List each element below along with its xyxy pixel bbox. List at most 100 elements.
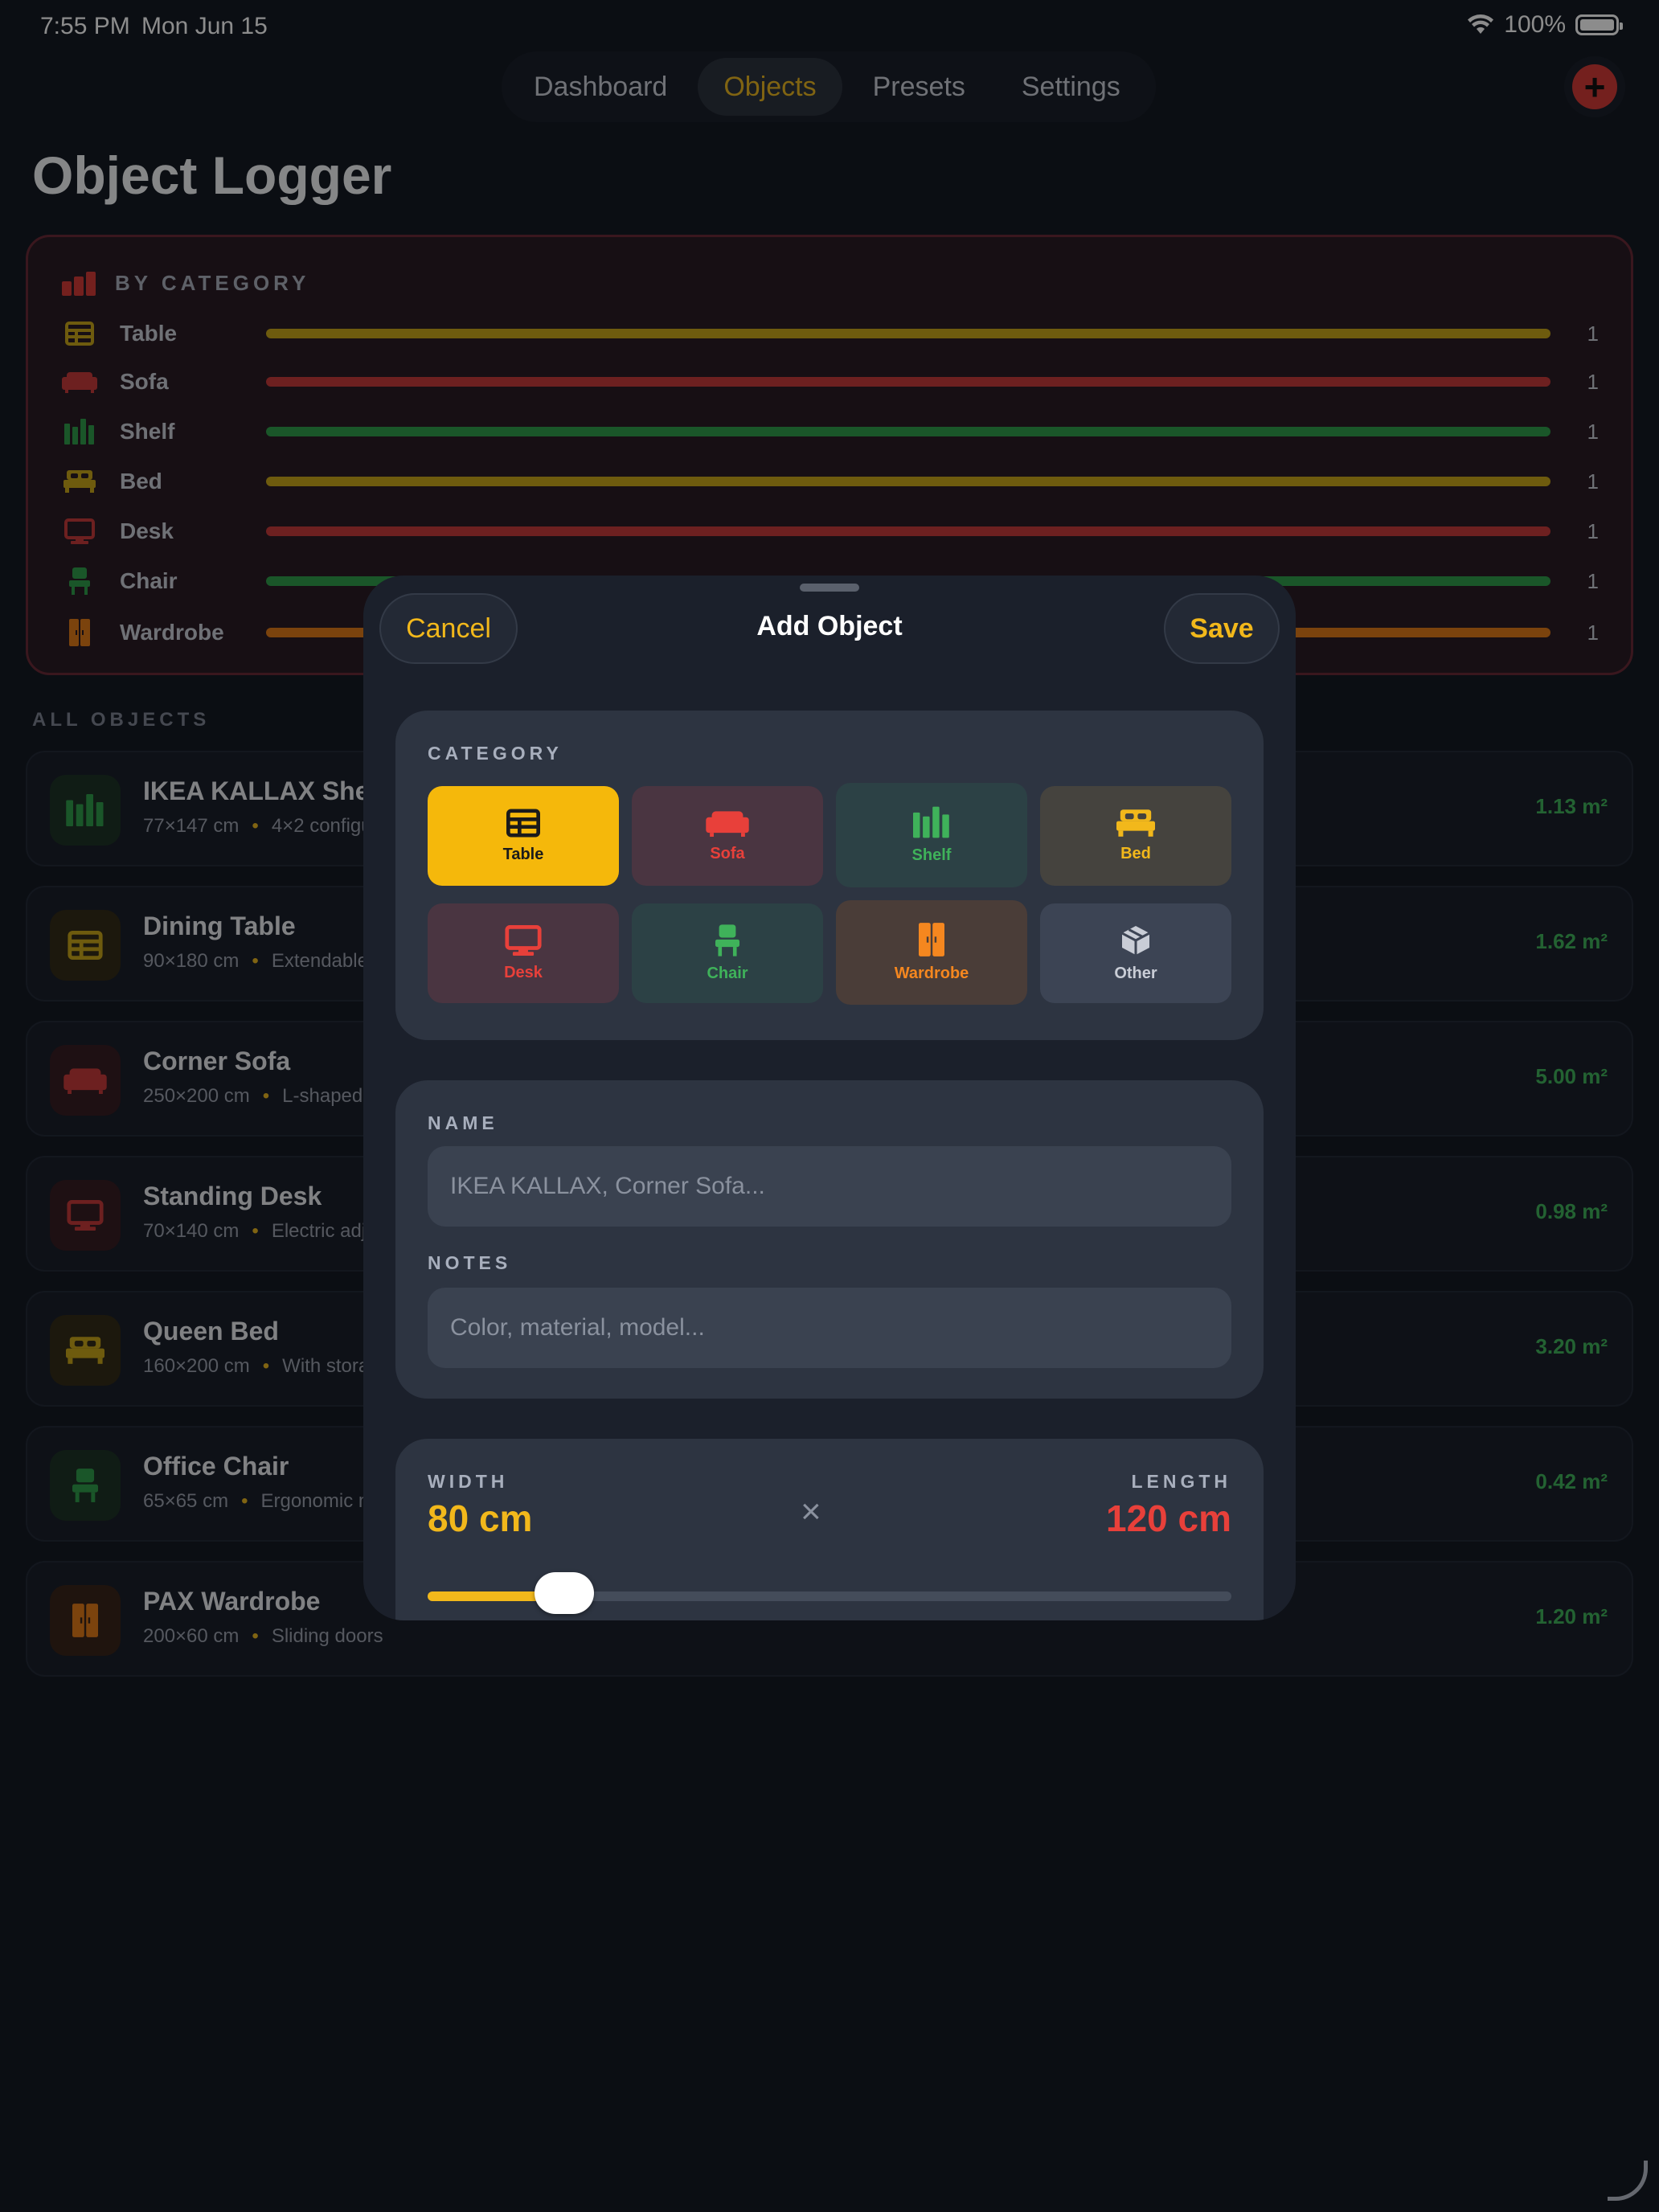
width-slider-thumb[interactable] xyxy=(535,1572,594,1614)
category-name: Desk xyxy=(120,518,174,543)
notes-label: NOTES xyxy=(428,1252,512,1273)
category-name: Wardrobe xyxy=(120,620,224,645)
category-bar xyxy=(266,377,1550,387)
category-name: Sofa xyxy=(120,369,169,394)
object-note: Electric adju xyxy=(271,1220,377,1242)
notes-input[interactable] xyxy=(450,1314,1231,1342)
battery-percent: 100% xyxy=(1504,11,1566,38)
name-field[interactable] xyxy=(428,1146,1231,1227)
add-object-button[interactable]: + xyxy=(1564,56,1625,117)
object-note: Extendable xyxy=(271,950,368,972)
width-slider[interactable] xyxy=(428,1572,1231,1614)
category-bar xyxy=(266,427,1550,436)
notes-field[interactable] xyxy=(428,1288,1231,1368)
nav-tabs: Dashboard Objects Presets Settings xyxy=(502,51,1156,122)
object-area: 5.00 m² xyxy=(1535,1064,1608,1088)
category-option-label: Table xyxy=(502,845,544,863)
desk-icon xyxy=(60,515,99,547)
category-name: Table xyxy=(120,321,178,346)
sofa-icon xyxy=(706,810,749,837)
status-time: 7:55 PM xyxy=(40,13,130,39)
shelf-icon xyxy=(913,806,949,838)
category-count: 1 xyxy=(1587,568,1599,593)
object-dims: 65×65 cm xyxy=(143,1490,229,1512)
table-icon xyxy=(50,910,121,981)
category-option-label: Other xyxy=(1114,964,1157,982)
sofa-icon xyxy=(50,1045,121,1116)
object-name: Dining Table xyxy=(143,911,296,940)
category-option-desk[interactable]: Desk xyxy=(428,903,619,1003)
table-icon xyxy=(506,809,540,837)
category-option-table[interactable]: Table xyxy=(428,786,619,886)
chair-icon xyxy=(715,924,739,956)
tab-objects[interactable]: Objects xyxy=(698,58,842,116)
object-details: 250×200 cm • L-shaped, xyxy=(143,1085,368,1107)
sofa-icon xyxy=(60,366,99,398)
name-notes-section: NAME NOTES xyxy=(395,1080,1264,1399)
category-bar xyxy=(266,329,1550,338)
sheet-grabber[interactable] xyxy=(800,584,859,592)
battery-icon xyxy=(1575,14,1623,35)
category-option-shelf[interactable]: Shelf xyxy=(836,783,1027,887)
tab-settings[interactable]: Settings xyxy=(996,58,1146,116)
add-object-sheet: Cancel Add Object Save CATEGORY Table So… xyxy=(363,576,1296,1620)
chair-icon xyxy=(60,565,99,597)
category-row-shelf: Shelf 1 xyxy=(60,412,1599,451)
status-right: 100% xyxy=(1467,11,1623,39)
object-note: With stora xyxy=(282,1355,370,1377)
wardrobe-icon xyxy=(60,616,99,649)
category-option-other[interactable]: Other xyxy=(1040,903,1231,1003)
by-category-header: BY CATEGORY xyxy=(62,271,309,296)
page-title: Object Logger xyxy=(32,145,392,205)
tab-presets[interactable]: Presets xyxy=(847,58,991,116)
object-note: Sliding doors xyxy=(271,1625,383,1647)
category-label: CATEGORY xyxy=(428,743,563,764)
wardrobe-icon xyxy=(919,922,944,956)
wifi-icon xyxy=(1468,14,1494,34)
object-area: 3.20 m² xyxy=(1535,1334,1608,1358)
name-input[interactable] xyxy=(450,1173,1231,1200)
object-name: PAX Wardrobe xyxy=(143,1587,321,1616)
category-count: 1 xyxy=(1587,518,1599,543)
object-name: Standing Desk xyxy=(143,1182,322,1210)
category-bar xyxy=(266,526,1550,536)
object-area: 0.98 m² xyxy=(1535,1199,1608,1223)
object-details: 77×147 cm • 4×2 configu xyxy=(143,815,372,837)
width-label: WIDTH xyxy=(428,1471,509,1492)
category-count: 1 xyxy=(1587,419,1599,444)
object-area: 1.62 m² xyxy=(1535,929,1608,953)
category-count: 1 xyxy=(1587,620,1599,645)
category-option-label: Bed xyxy=(1120,844,1151,862)
object-name: IKEA KALLAX Shelf xyxy=(143,776,386,805)
category-row-desk: Desk 1 xyxy=(60,512,1599,551)
table-icon xyxy=(60,317,99,350)
object-details: 200×60 cm • Sliding doors xyxy=(143,1625,383,1647)
object-dims: 70×140 cm xyxy=(143,1220,240,1242)
object-name: Corner Sofa xyxy=(143,1047,291,1075)
save-button[interactable]: Save xyxy=(1164,593,1280,664)
object-note: 4×2 configu xyxy=(271,815,372,837)
desk-icon xyxy=(50,1180,121,1251)
category-name: Chair xyxy=(120,568,178,593)
category-row-table: Table 1 xyxy=(60,314,1599,353)
category-count: 1 xyxy=(1587,369,1599,394)
category-option-bed[interactable]: Bed xyxy=(1040,786,1231,886)
all-objects-label: ALL OBJECTS xyxy=(32,709,211,731)
length-value: 120 cm xyxy=(1105,1497,1231,1539)
name-label: NAME xyxy=(428,1112,498,1133)
tab-dashboard[interactable]: Dashboard xyxy=(508,58,693,116)
status-bar: 7:55 PM Mon Jun 15 100% xyxy=(0,0,1659,51)
category-option-sofa[interactable]: Sofa xyxy=(632,786,823,886)
bar-chart-icon xyxy=(62,271,96,296)
object-name: Office Chair xyxy=(143,1452,289,1481)
category-option-wardrobe[interactable]: Wardrobe xyxy=(836,900,1027,1005)
category-section: CATEGORY Table Sofa Shelf Bed Desk Chair… xyxy=(395,711,1264,1040)
plus-icon: + xyxy=(1572,64,1617,109)
category-name: Bed xyxy=(120,469,162,494)
shelf-icon xyxy=(60,416,99,448)
category-option-chair[interactable]: Chair xyxy=(632,903,823,1003)
object-area: 1.20 m² xyxy=(1535,1604,1608,1628)
category-name: Shelf xyxy=(120,419,175,444)
category-option-label: Desk xyxy=(504,963,543,981)
object-area: 0.42 m² xyxy=(1535,1469,1608,1493)
